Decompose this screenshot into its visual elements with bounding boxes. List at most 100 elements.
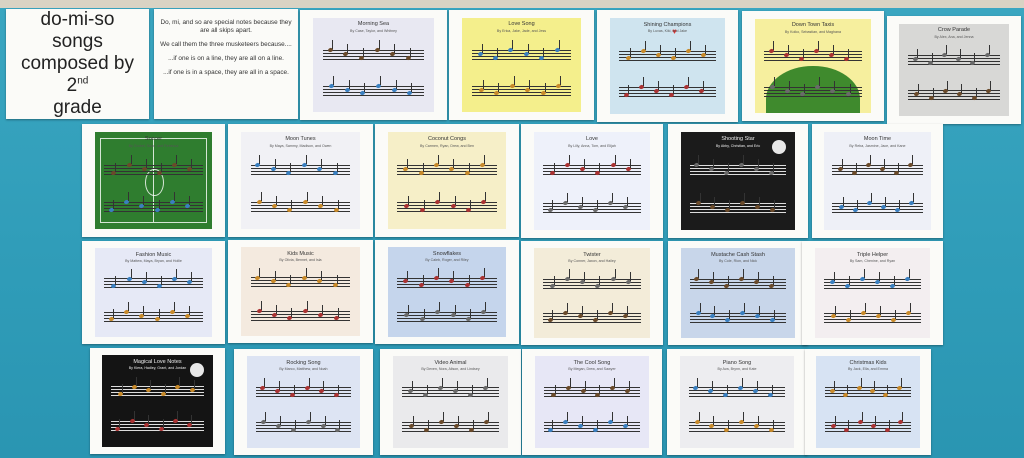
title-line-5: grade — [53, 97, 102, 118]
song-authors: By Erica, Jake, Jade, and Jess — [496, 29, 547, 34]
note-stem — [599, 163, 601, 173]
note-stem — [422, 275, 424, 285]
song-authors: By Luvas, Kiki, and Jake — [647, 29, 688, 34]
song-title: Rocking Song — [286, 360, 321, 367]
note-stem — [193, 380, 195, 390]
note-stem — [145, 158, 147, 168]
note-stem — [544, 83, 546, 93]
note-stem — [893, 276, 895, 286]
note-stem — [697, 377, 699, 387]
note-stem — [848, 276, 850, 286]
note-stem — [657, 81, 659, 91]
note-stem — [833, 381, 835, 391]
song-sheet: Moon Tunes By Maya, Sammy, Madison, and O… — [241, 131, 360, 230]
note-stem — [597, 419, 599, 429]
song-card: Moon Time By Reba, Jasmine, Jace, and Kan… — [812, 124, 943, 238]
song-card: Triple Helper By Sam, Chenine, and Ryan — [802, 241, 943, 345]
song-card: Shooting Star By Abby, Christian, and Eri… — [668, 124, 808, 238]
note-stem — [290, 162, 292, 172]
note-stem — [408, 305, 410, 315]
note-stem — [728, 163, 730, 173]
note-stem — [772, 40, 774, 50]
note-stem — [629, 159, 631, 169]
note-stem — [729, 200, 731, 210]
song-card: Piano Song By Ava, Brynn, and Kate — [667, 349, 807, 455]
song-authors: By Alex, Ana, and Jenna — [934, 34, 974, 39]
note-stem — [918, 84, 920, 94]
title-line-4: 2nd — [67, 75, 89, 97]
note-stem — [173, 191, 175, 201]
note-stem — [496, 47, 498, 57]
song-title: Twister — [583, 251, 601, 258]
note-stem — [472, 419, 474, 429]
note-stem — [513, 75, 515, 85]
note-stem — [911, 155, 913, 165]
note-stem — [158, 199, 160, 209]
song-sheet: Video Animal By Deven, Nora, Alison, and … — [392, 356, 509, 448]
song-authors: By Conner, Jaxon, and Hailey — [568, 258, 616, 263]
note-stem — [582, 306, 583, 316]
note-stem — [946, 80, 948, 90]
note-stem — [758, 272, 760, 282]
note-stem — [191, 158, 193, 168]
note-stem — [772, 163, 774, 173]
note-stem — [264, 377, 266, 387]
note-stem — [469, 309, 471, 319]
song-authors: By Jack, Ella, and Emma — [848, 367, 888, 372]
song-sheet: Triple Helper By Sam, Chenine, and Ryan — [814, 248, 931, 338]
song-card: Down Town Taxis By Koiko, Sebastian, and … — [742, 11, 884, 121]
note-stem — [584, 381, 586, 391]
note-stem — [306, 301, 308, 311]
note-stem — [552, 419, 554, 429]
song-title: Moon Time — [863, 135, 892, 142]
title-line-1: do-mi-so — [40, 9, 115, 30]
song-card: Crow Parade By Alex, Ana, and Jenna — [887, 16, 1021, 124]
song-sheet: Rocking Song By Marco, Matthew, and Noah — [246, 356, 361, 448]
note-stem — [841, 159, 843, 169]
note-stem — [189, 305, 191, 315]
note-stem — [875, 415, 877, 425]
song-card: Morning Sea By Case, Taylor, and Whitney — [300, 10, 447, 120]
note-stem — [975, 87, 977, 97]
note-stem — [293, 384, 295, 394]
note-stem — [699, 192, 701, 202]
song-card: Love Song By Erica, Jake, Jade, and Jess — [449, 10, 594, 120]
note-stem — [453, 158, 455, 168]
note-stem — [878, 272, 880, 282]
note-stem — [259, 155, 261, 164]
note-stem — [275, 304, 277, 314]
note-stem — [597, 200, 599, 210]
song-sheet: The Cool Song By Megan, Drew, and Sawyer — [534, 356, 650, 448]
note-stem — [627, 306, 629, 316]
song-card: Christmas Kids By Jack, Ella, and Emma — [805, 349, 931, 455]
note-stem — [961, 84, 963, 94]
note-stem — [713, 159, 715, 169]
note-stem — [468, 275, 470, 285]
song-title: Magical Love Notes — [133, 359, 182, 366]
note-stem — [426, 384, 428, 394]
note-stem — [834, 415, 836, 425]
note-stem — [842, 196, 844, 206]
note-stem — [714, 306, 716, 316]
note-stem — [833, 44, 835, 54]
note-stem — [849, 84, 851, 94]
note-stem — [569, 155, 571, 165]
song-authors: By Megan, Drew, and Sawyer — [568, 367, 616, 372]
note-stem — [884, 196, 886, 206]
note-stem — [412, 415, 414, 425]
note-stem — [908, 268, 910, 278]
note-stem — [743, 155, 745, 165]
grade-number: 2 — [66, 75, 78, 96]
note-stem — [336, 162, 338, 172]
song-title: Snowflakes — [432, 250, 462, 257]
note-stem — [456, 381, 458, 391]
note-stem — [457, 415, 459, 425]
song-card: Kids Music By Olivia, Bennet, and Isla — [228, 240, 373, 343]
song-authors: By Marco, Matthew, and Noah — [279, 367, 328, 372]
note-stem — [176, 268, 178, 278]
song-sheet: Crow Parade By Alex, Ana, and Jenna — [899, 23, 1009, 117]
note-stem — [339, 419, 341, 429]
note-stem — [729, 310, 731, 320]
note-stem — [411, 381, 413, 391]
note-stem — [883, 159, 885, 169]
